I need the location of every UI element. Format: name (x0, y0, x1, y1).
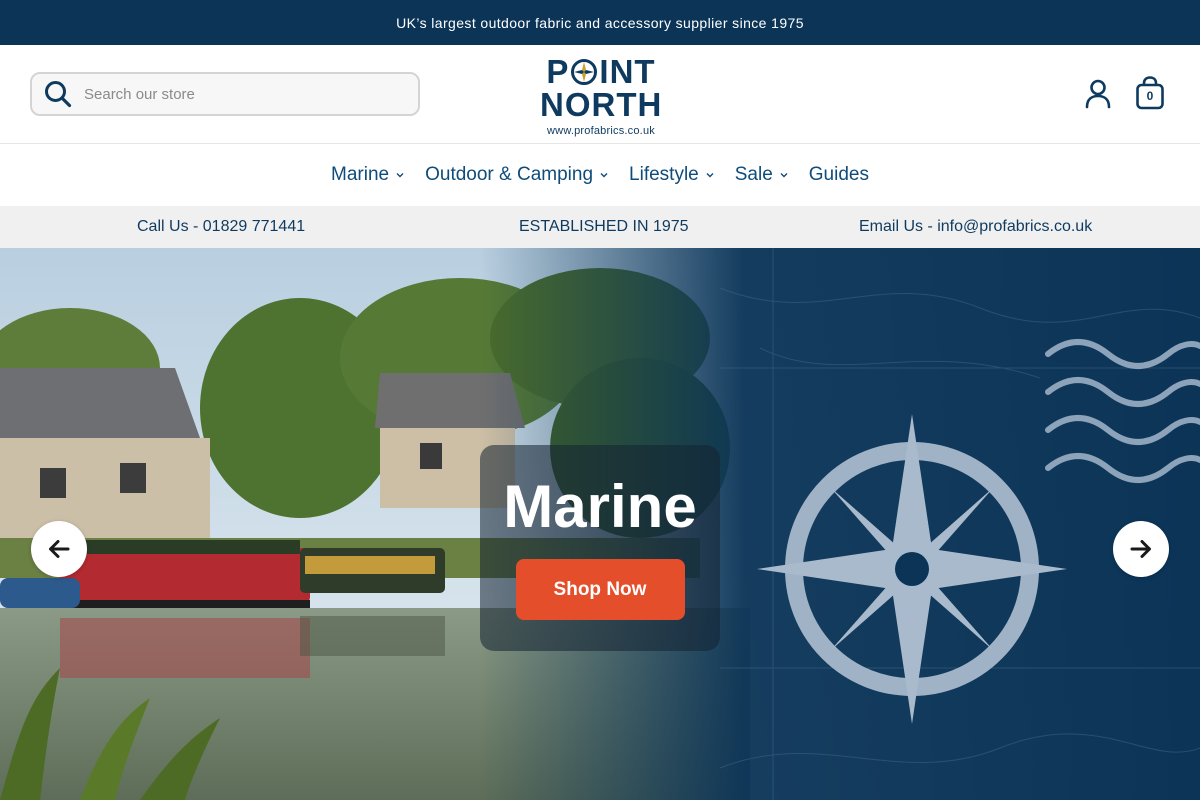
announcement-text: UK’s largest outdoor fabric and accessor… (396, 14, 804, 31)
hero-banner: Marine Shop Now (0, 248, 1200, 800)
search-box[interactable] (30, 72, 420, 116)
arrow-left-icon (49, 540, 70, 558)
cart-count-badge: 0 (1146, 89, 1154, 103)
hero-title: Marine (503, 473, 697, 540)
nav-item-guides[interactable]: Guides (799, 155, 879, 195)
call-us-text[interactable]: Call Us - 01829 771441 (137, 218, 305, 236)
announcement-bar: UK’s largest outdoor fabric and accessor… (0, 0, 1200, 45)
logo-compass-icon (571, 59, 598, 85)
nav-item-marine[interactable]: Marine (321, 155, 415, 195)
hero-card: Marine Shop Now (480, 445, 720, 651)
main-nav: Marine Outdoor & Camping Lifestyle Sale … (0, 144, 1200, 206)
account-icon (1085, 79, 1111, 109)
email-us-text[interactable]: Email Us - info@profabrics.co.uk (859, 218, 1092, 236)
logo-wordmark-bottom: NORTH (540, 86, 663, 123)
chevron-down-icon (600, 173, 608, 178)
logo-wordmark-top: P INT (546, 53, 656, 90)
slider-next-button[interactable] (1113, 521, 1169, 577)
info-bar: Call Us - 01829 771441 ESTABLISHED IN 19… (0, 206, 1200, 248)
search-input[interactable] (80, 75, 400, 113)
site-header: P INT NORTH www.profabrics.co.uk 0 (0, 45, 1200, 144)
logo-url: www.profabrics.co.uk (547, 125, 655, 137)
arrow-right-icon (1130, 540, 1151, 558)
site-logo[interactable]: P INT NORTH www.profabrics.co.uk (540, 53, 663, 137)
chevron-down-icon (780, 173, 788, 178)
nav-item-outdoor-camping[interactable]: Outdoor & Camping (415, 155, 619, 195)
established-text: ESTABLISHED IN 1975 (519, 218, 689, 235)
cart-button[interactable]: 0 (1134, 75, 1166, 111)
nav-item-lifestyle[interactable]: Lifestyle (619, 155, 725, 195)
nav-item-sale[interactable]: Sale (725, 155, 799, 195)
shop-now-button[interactable]: Shop Now (515, 559, 685, 620)
slider-prev-button[interactable] (31, 521, 87, 577)
account-button[interactable] (1082, 77, 1114, 111)
chevron-down-icon (396, 173, 404, 178)
chevron-down-icon (706, 173, 714, 178)
search-icon[interactable] (36, 74, 80, 114)
